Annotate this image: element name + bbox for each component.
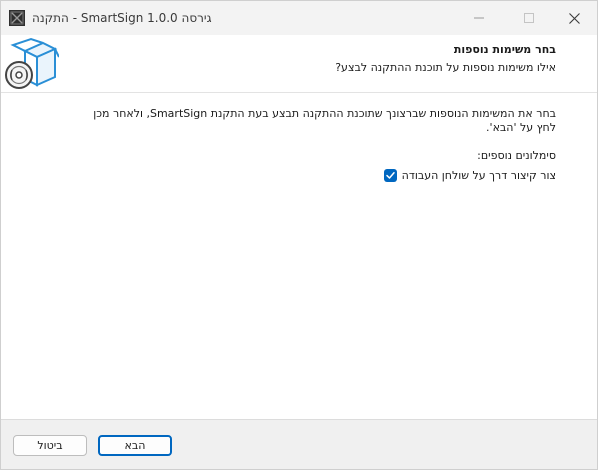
wizard-footer: ביטול הבא	[1, 419, 597, 469]
close-button[interactable]	[551, 1, 597, 35]
additional-icons-label: סימלונים נוספים:	[477, 149, 556, 162]
title-bar[interactable]: התקנה - SmartSign גירסה 1.0.0	[1, 1, 597, 35]
page-title: בחר משימות נוספות	[453, 43, 556, 56]
app-icon	[9, 10, 25, 26]
close-icon	[568, 12, 580, 24]
minimize-icon	[474, 17, 484, 19]
maximize-button[interactable]	[506, 1, 552, 35]
installer-window: התקנה - SmartSign גירסה 1.0.0 בחר משימות…	[0, 0, 598, 470]
wizard-content: בחר את המשימות הנוספות שברצונך שתוכנת הה…	[1, 93, 597, 419]
minimize-button[interactable]	[456, 1, 502, 35]
maximize-icon	[524, 13, 534, 23]
install-box-cd-icon	[3, 37, 60, 91]
window-title: התקנה - SmartSign גירסה 1.0.0	[32, 11, 212, 25]
desktop-shortcut-checkbox[interactable]	[383, 169, 397, 182]
page-subtitle: אילו משימות נוספות על תוכנת ההתקנה לבצע?	[335, 61, 556, 74]
wizard-header: בחר משימות נוספות אילו משימות נוספות על …	[1, 35, 597, 93]
checkmark-icon	[385, 172, 395, 179]
task-desktop-shortcut[interactable]: צור קיצור דרך על שולחן העבודה	[383, 169, 556, 182]
next-button[interactable]: הבא	[98, 435, 172, 456]
desktop-shortcut-label: צור קיצור דרך על שולחן העבודה	[401, 169, 556, 182]
instructions-text: בחר את המשימות הנוספות שברצונך שתוכנת הה…	[93, 107, 556, 134]
cancel-button[interactable]: ביטול	[13, 435, 87, 456]
